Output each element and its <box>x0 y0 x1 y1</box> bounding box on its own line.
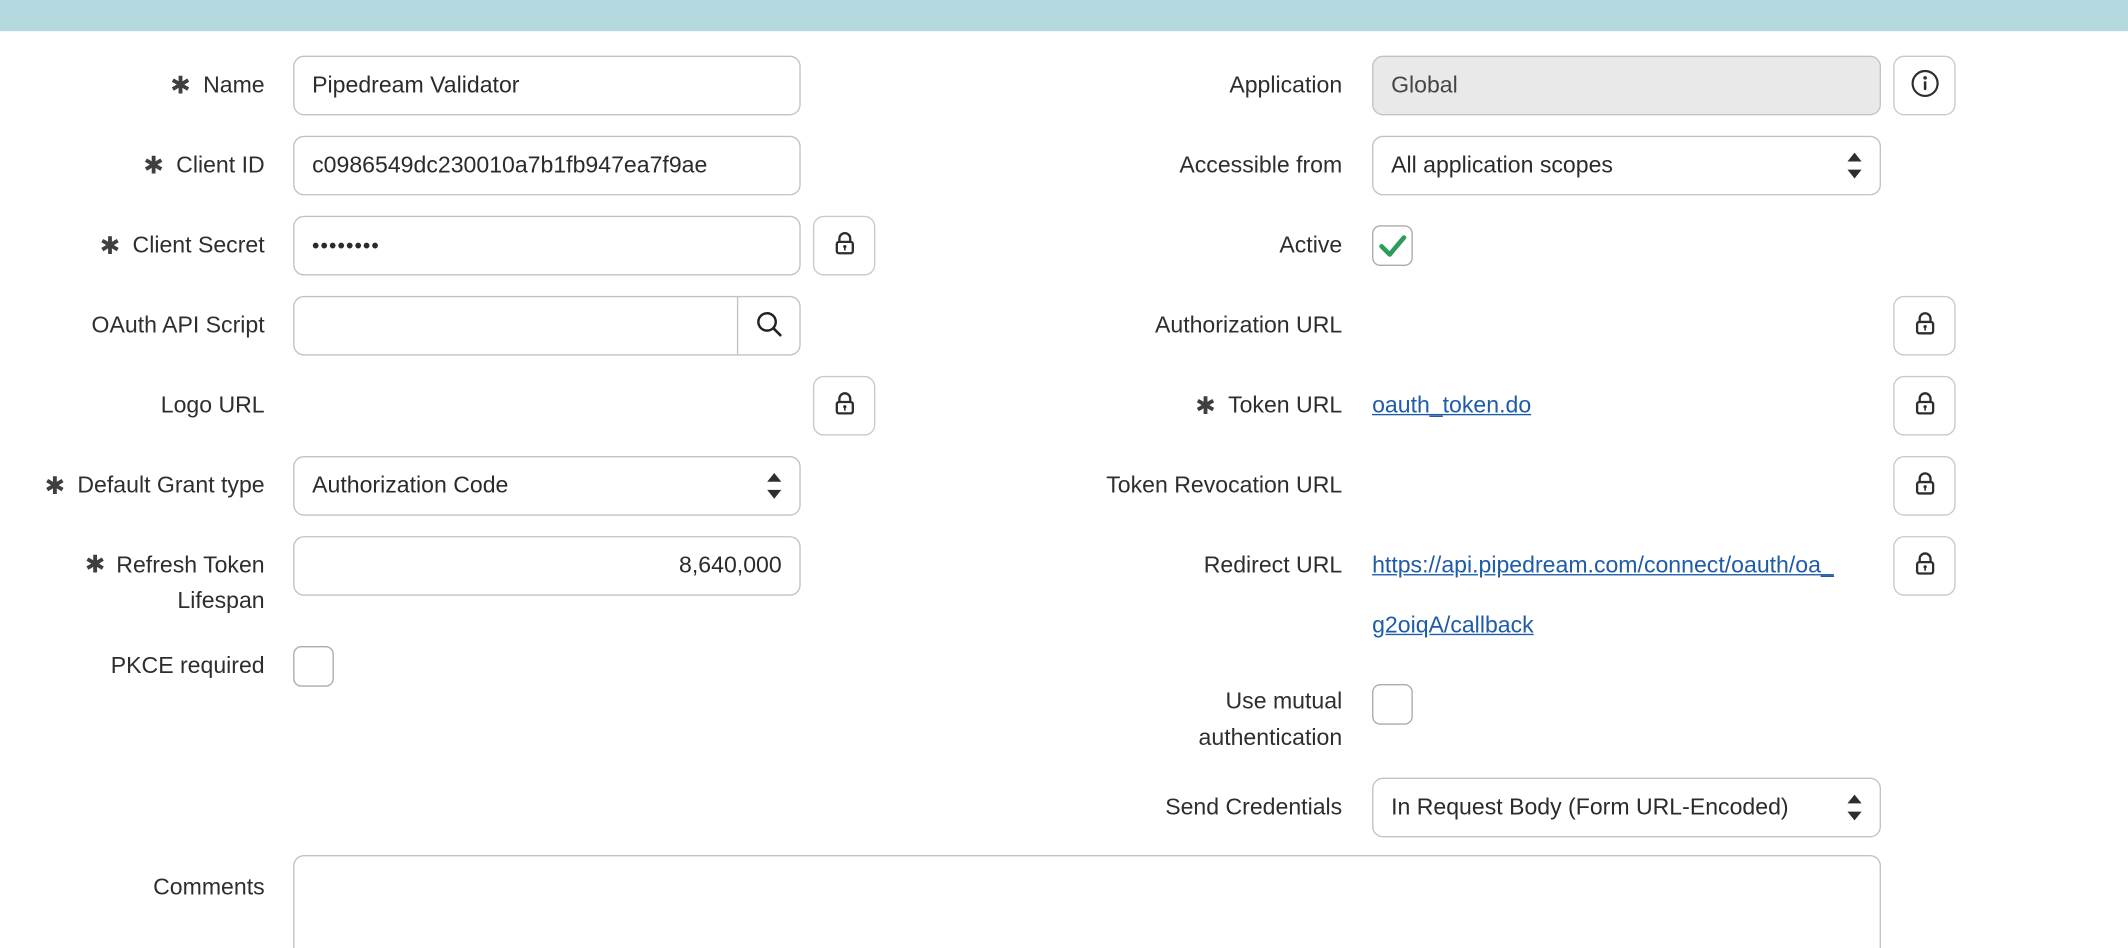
name-label-row: ✱ Name <box>0 56 265 116</box>
accessible-from-label: Accessible from <box>1179 152 1342 179</box>
client-secret-input[interactable] <box>293 216 801 276</box>
top-accent-bar <box>0 0 2128 31</box>
send-credentials-value: In Request Body (Form URL-Encoded) <box>1391 794 1789 821</box>
active-label-row: Active <box>841 216 1342 276</box>
token-url-label: Token URL <box>1228 392 1342 419</box>
comments-label-row: Comments <box>0 858 265 918</box>
authorization-url-label-row: Authorization URL <box>841 296 1342 356</box>
redirect-url-value: https://api.pipedream.com/connect/oauth/… <box>1372 536 1901 655</box>
default-grant-type-value: Authorization Code <box>312 472 508 499</box>
oauth-api-script-input[interactable] <box>293 296 801 356</box>
send-credentials-label: Send Credentials <box>1165 794 1342 821</box>
token-revocation-url-label-row: Token Revocation URL <box>841 456 1342 516</box>
default-grant-type-label: Default Grant type <box>77 472 264 499</box>
info-icon <box>1909 68 1940 103</box>
send-credentials-label-row: Send Credentials <box>841 778 1342 838</box>
logo-url-label-row: Logo URL <box>0 376 265 436</box>
comments-textarea[interactable] <box>293 855 1881 948</box>
use-mutual-authentication-label-row: Use mutual authentication <box>841 683 1342 756</box>
default-grant-type-select[interactable]: Authorization Code <box>293 456 801 516</box>
application-input <box>1372 56 1881 116</box>
required-marker: ✱ <box>45 474 65 498</box>
client-secret-label: Client Secret <box>133 232 265 259</box>
client-id-label-row: ✱ Client ID <box>0 136 265 196</box>
required-marker: ✱ <box>1195 394 1215 418</box>
redirect-url-label: Redirect URL <box>1204 552 1342 579</box>
use-mutual-authentication-checkbox[interactable] <box>1372 684 1413 725</box>
accessible-from-value: All application scopes <box>1391 152 1613 179</box>
comments-label: Comments <box>153 874 265 901</box>
required-marker: ✱ <box>143 153 163 177</box>
refresh-token-lifespan-input[interactable] <box>293 536 801 596</box>
client-id-input[interactable] <box>293 136 801 196</box>
application-info-button[interactable] <box>1893 56 1955 116</box>
client-secret-label-row: ✱ Client Secret <box>0 216 265 276</box>
use-mutual-authentication-label-line1: Use mutual <box>841 683 1342 720</box>
pkce-required-checkbox[interactable] <box>293 646 334 687</box>
pkce-required-label-row: PKCE required <box>0 637 265 697</box>
checkmark-icon <box>1371 224 1414 267</box>
search-icon <box>755 309 785 343</box>
lock-icon <box>1910 470 1939 503</box>
select-arrows-icon <box>764 471 784 501</box>
client-id-label: Client ID <box>176 152 264 179</box>
pkce-required-label: PKCE required <box>111 653 265 680</box>
oauth-registry-form: ✱ Name ✱ Client ID ✱ Client Secret OAuth… <box>0 0 2128 948</box>
required-marker: ✱ <box>85 551 105 578</box>
refresh-token-lifespan-label-line1: Refresh Token <box>116 552 264 578</box>
send-credentials-select[interactable]: In Request Body (Form URL-Encoded) <box>1372 778 1881 838</box>
oauth-api-script-label-row: OAuth API Script <box>0 296 265 356</box>
name-label: Name <box>203 72 265 99</box>
refresh-token-lifespan-label-row: ✱ Refresh Token Lifespan <box>0 548 265 619</box>
select-arrows-icon <box>1844 793 1864 823</box>
application-label-row: Application <box>841 56 1342 116</box>
lock-icon <box>1910 390 1939 423</box>
authorization-url-label: Authorization URL <box>1155 312 1342 339</box>
active-label: Active <box>1279 232 1342 259</box>
lock-icon <box>1910 309 1939 342</box>
application-label: Application <box>1229 72 1342 99</box>
token-url-link[interactable]: oauth_token.do <box>1372 376 1531 436</box>
required-marker: ✱ <box>100 233 120 257</box>
logo-url-label: Logo URL <box>161 392 265 419</box>
select-arrows-icon <box>1844 151 1864 181</box>
active-checkbox[interactable] <box>1372 225 1413 266</box>
lock-icon <box>1910 550 1939 583</box>
oauth-api-script-label: OAuth API Script <box>92 312 265 339</box>
redirect-url-label-row: Redirect URL <box>841 536 1342 596</box>
token-revocation-url-label: Token Revocation URL <box>1106 472 1342 499</box>
use-mutual-authentication-label-line2: authentication <box>841 719 1342 756</box>
accessible-from-select[interactable]: All application scopes <box>1372 136 1881 196</box>
redirect-url-link-continued[interactable]: g2oiqA/callback <box>1372 596 1901 656</box>
token-url-label-row: ✱ Token URL <box>841 376 1342 436</box>
redirect-url-lock-button[interactable] <box>1893 536 1955 596</box>
redirect-url-link[interactable]: https://api.pipedream.com/connect/oauth/… <box>1372 536 1901 596</box>
required-marker: ✱ <box>170 73 190 97</box>
token-revocation-url-lock-button[interactable] <box>1893 456 1955 516</box>
oauth-api-script-lookup-button[interactable] <box>737 296 801 356</box>
accessible-from-label-row: Accessible from <box>841 136 1342 196</box>
token-url-lock-button[interactable] <box>1893 376 1955 436</box>
default-grant-type-label-row: ✱ Default Grant type <box>0 456 265 516</box>
refresh-token-lifespan-label-line2: Lifespan <box>0 584 265 619</box>
name-input[interactable] <box>293 56 801 116</box>
authorization-url-lock-button[interactable] <box>1893 296 1955 356</box>
